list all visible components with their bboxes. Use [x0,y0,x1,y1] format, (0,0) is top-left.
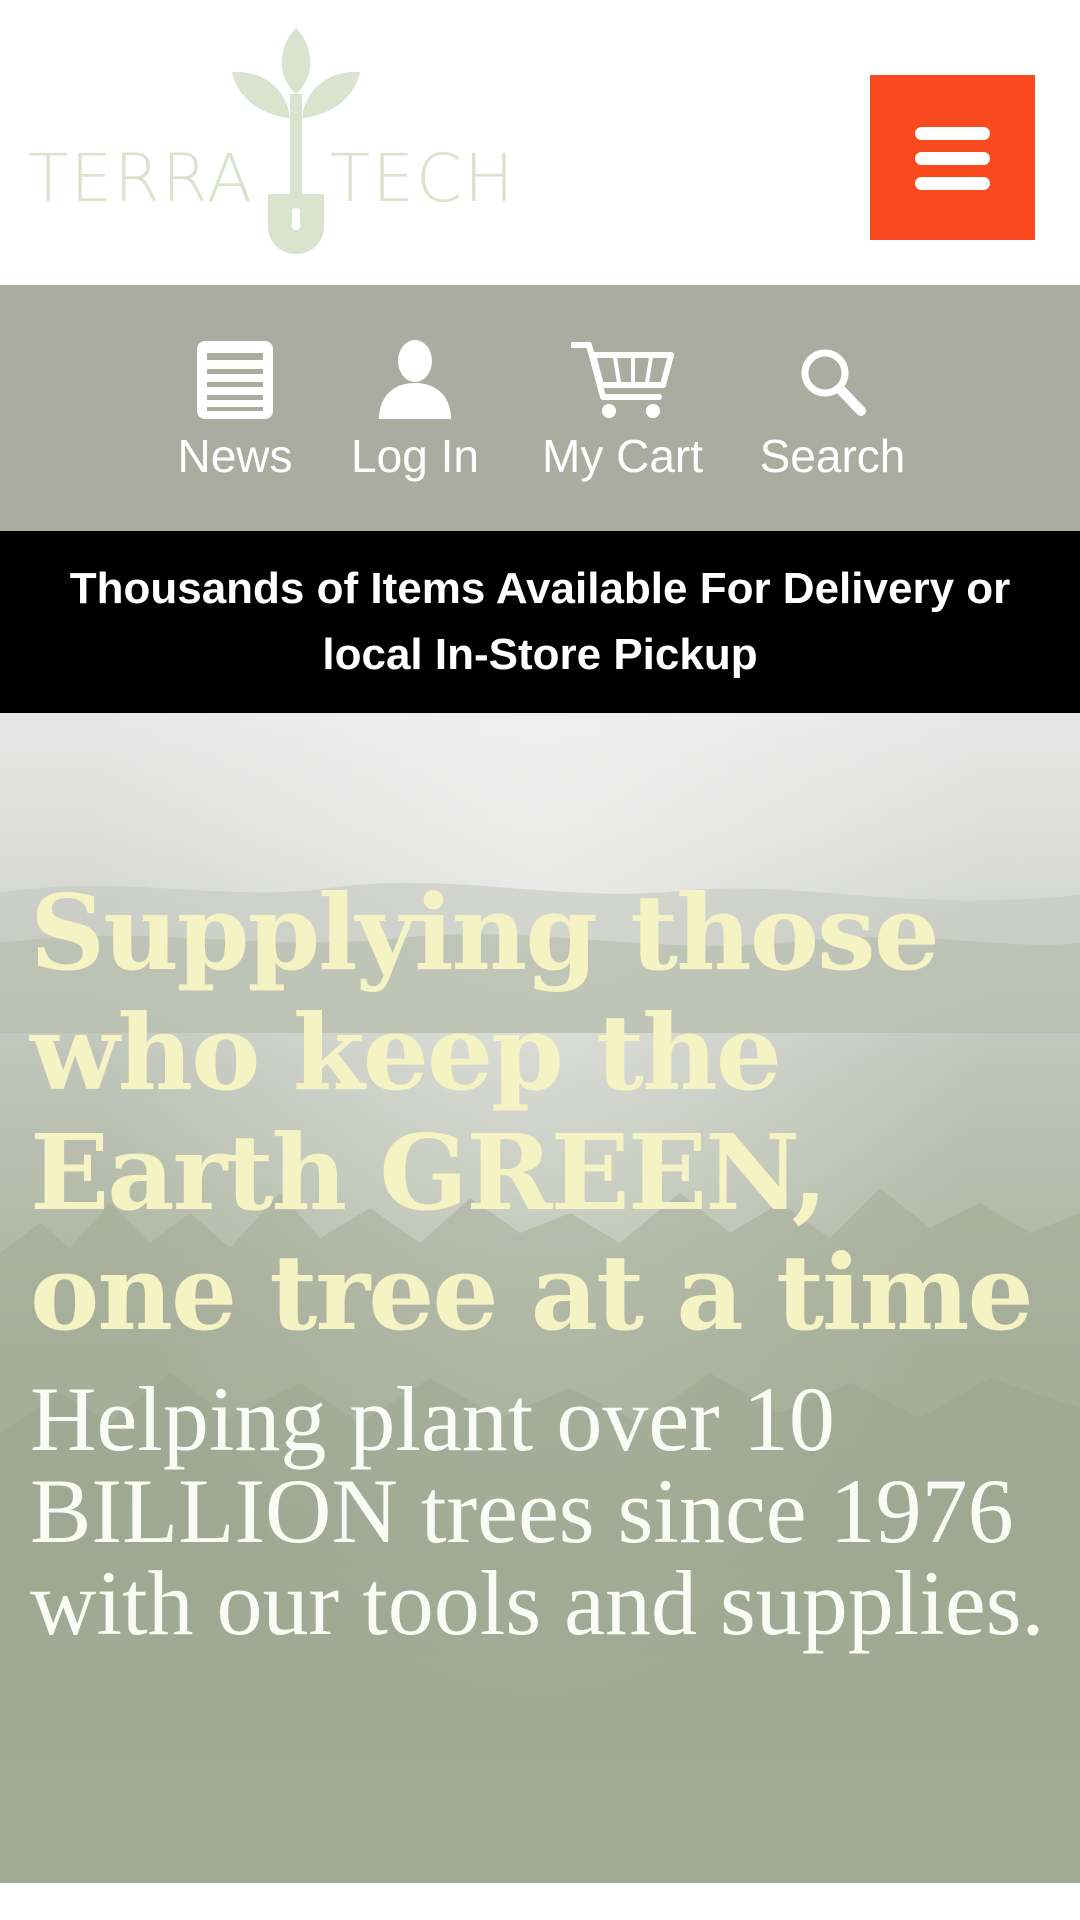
nav-login[interactable]: Log In [340,339,490,489]
menu-button[interactable] [870,75,1035,240]
hero-subtitle: Helping plant over 10 BILLION trees sinc… [30,1368,1045,1654]
page-bottom-strip [0,1883,1080,1920]
nav-search[interactable]: Search [755,339,910,489]
search-icon [801,349,866,416]
logo-word-terra: TERRA [28,140,255,217]
hero-section: Supplying those who keep the Earth GREEN… [0,713,1080,1883]
hamburger-bar [915,177,990,190]
nav-news[interactable]: News [165,339,305,489]
user-icon [379,340,451,419]
nav-search-label: Search [759,430,906,482]
logo-word-tech: TECH [330,140,516,217]
promo-text: Thousands of Items Available For Deliver… [69,564,1011,679]
cart-icon [570,342,674,418]
hero-title: Supplying those who keep the Earth GREEN… [30,871,1034,1354]
newspaper-icon [197,341,273,419]
hamburger-bar [915,152,990,165]
nav-news-label: News [177,430,293,482]
nav-cart-label: My Cart [542,430,703,482]
hamburger-menu-icon [915,127,990,140]
site-header: TERRA TECH [0,0,1080,285]
promo-banner: Thousands of Items Available For Deliver… [0,531,1080,713]
terra-tech-logo[interactable]: TERRA TECH [28,28,518,258]
utility-nav: News Log In My Cart Search [0,285,1080,531]
nav-cart[interactable]: My Cart [535,339,710,489]
nav-login-label: Log In [351,430,479,482]
